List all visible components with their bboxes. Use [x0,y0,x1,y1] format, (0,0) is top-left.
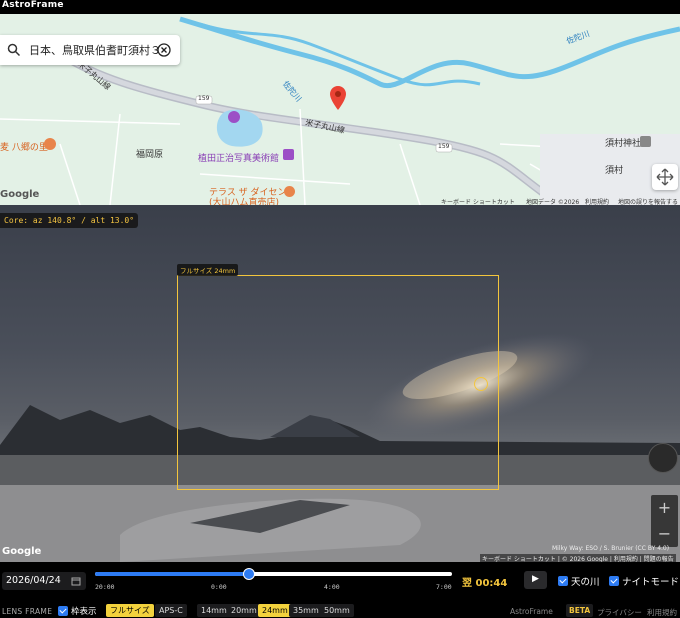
sensor-option[interactable]: フルサイズ [106,604,154,617]
museum-icon [283,149,294,160]
terms-link[interactable]: 利用規約 [647,607,677,618]
fullscreen-icon [656,168,674,186]
poi-label[interactable]: 植田正治写真美術館 [198,151,279,164]
time-tick: 7:00 [436,583,452,591]
core-readout: Core: az 140.8° / alt 13.0° [0,213,139,228]
attribution-link[interactable]: キーボード ショートカット [441,197,515,205]
focal-option[interactable]: 20mm [227,604,261,617]
date-value: 2026/04/24 [6,575,61,586]
route-159-label: 159 [438,143,450,150]
focal-option[interactable]: 35mm [289,604,323,617]
time-slider[interactable] [95,568,452,580]
zoom-control[interactable]: + − [651,495,678,547]
time-slider-thumb[interactable] [242,568,255,580]
focal-option[interactable]: 50mm [320,604,354,617]
lens-frame [177,275,499,490]
milkyway-attribution: Milky Way: ESO / S. Brunier (CC BY 4.0) [552,545,670,552]
shrine-icon [640,136,651,147]
time-tick: 0:00 [211,583,227,591]
time-tick: 4:00 [324,583,340,591]
search-icon [7,43,21,57]
app-title: AstroFrame [2,0,64,10]
attribution-link[interactable]: 地図の誤りを報告する [618,197,678,205]
poi-label[interactable]: (大山ハム直売店) [209,195,279,205]
date-input[interactable]: 2026/04/24 [2,572,86,590]
place-label: 須村神社 [605,139,642,149]
google-logo: Google [2,546,42,557]
beta-badge: BETA [566,604,594,617]
time-tick: 20:00 [95,583,115,591]
poi-label[interactable]: 麦 八郷の里 [0,140,48,153]
lens-frame-label: フルサイズ 24mm [177,264,239,276]
frame-show-checkbox[interactable] [58,606,68,616]
galactic-core-marker [474,377,488,391]
zoom-out-button[interactable]: − [651,521,678,547]
restaurant-icon [284,186,295,197]
museum-icon [228,111,240,123]
privacy-link[interactable]: プライバシー [597,607,642,618]
attribution-text: 地図データ ©2026 [526,199,580,205]
place-label: 須村 [605,166,624,176]
lens-frame-heading: LENS FRAME [2,607,53,616]
play-button[interactable]: ▶ [524,571,547,589]
focal-option[interactable]: 24mm [258,604,292,617]
milkyway-checkbox[interactable] [558,576,568,586]
play-icon: ▶ [532,574,539,584]
milkyway-label: 天の川 [571,577,600,588]
search-input[interactable]: 日本、鳥取県伯耆町須村３ [29,42,161,58]
nightmode-checkbox[interactable] [609,576,619,586]
street-view-panorama[interactable]: Core: az 140.8° / alt 13.0° フルサイズ 24mm +… [0,205,680,562]
clear-icon[interactable] [157,43,171,57]
time-slider-fill [95,572,249,576]
sensor-option[interactable]: APS-C [155,604,187,617]
restaurant-icon [44,138,56,150]
footer-brand: AstroFrame [510,607,553,616]
time-readout: 翌 00:44 [462,578,508,589]
nightmode-label: ナイトモード [622,577,680,588]
calendar-icon[interactable] [71,576,81,586]
google-logo: Google [0,189,40,200]
route-159-label: 159 [198,95,210,102]
frame-show-label: 枠表示 [71,607,97,617]
search-box[interactable]: 日本、鳥取県伯耆町須村３ [0,35,180,65]
focal-option[interactable]: 14mm [197,604,231,617]
zoom-in-button[interactable]: + [651,495,678,521]
top-bar: AstroFrame [0,0,680,14]
map-view[interactable]: 159 159 米子丸山線 米子丸山線 佐陀川 佐陀川 福岡原 須村 須村神社 … [0,14,680,205]
location-pin-icon[interactable] [330,86,346,110]
control-bar: 2026/04/24 20:00 0:00 4:00 7:00 翌 00:44 … [0,562,680,618]
fullscreen-button[interactable] [652,164,678,190]
streetview-attribution[interactable]: キーボード ショートカット | © 2026 Google | 利用規約 | 問… [480,554,676,562]
place-label: 福岡原 [136,150,164,160]
compass-icon[interactable] [648,443,678,473]
attribution-link[interactable]: 利用規約 [585,197,609,205]
